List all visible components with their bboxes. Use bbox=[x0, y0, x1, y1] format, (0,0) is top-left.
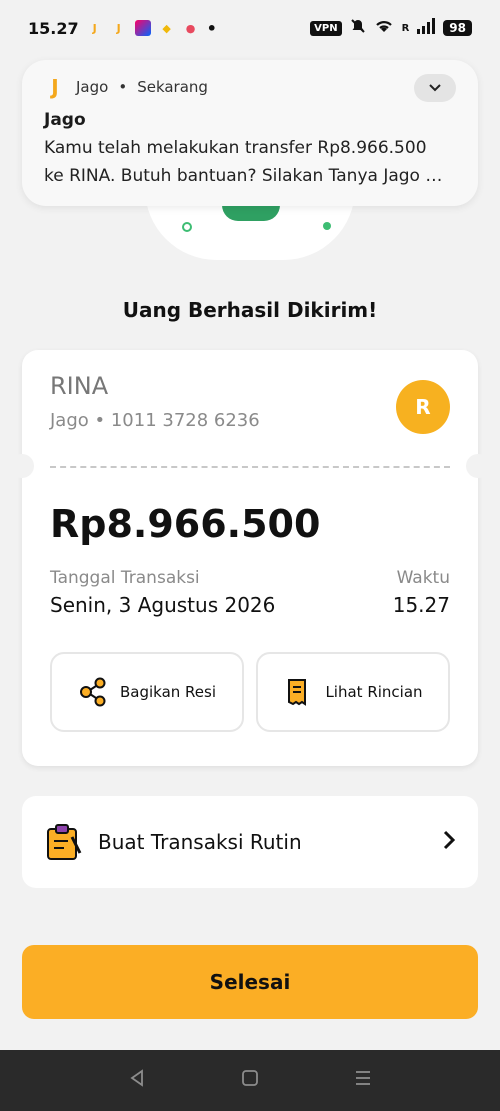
view-details-label: Lihat Rincian bbox=[325, 683, 423, 701]
recent-apps-icon[interactable] bbox=[354, 1068, 372, 1093]
recipient-avatar: R bbox=[396, 380, 450, 434]
recipient-account: Jago • 1011 3728 6236 bbox=[50, 410, 260, 431]
more-notifications-dot: • bbox=[206, 18, 217, 38]
notification-time: Sekarang bbox=[137, 78, 208, 96]
view-details-button[interactable]: Lihat Rincian bbox=[256, 652, 450, 732]
notification-line: Kamu telah melakukan transfer Rp8.966.50… bbox=[44, 138, 427, 158]
notification-app-name: Jago bbox=[76, 78, 109, 96]
status-bar-left: 15.27 J J ◆ ● • bbox=[28, 19, 217, 38]
time-label: Waktu bbox=[396, 568, 450, 588]
receipt-icon bbox=[288, 679, 307, 706]
status-bar-right: VPN R 98 bbox=[310, 18, 472, 38]
clipboard-icon bbox=[47, 824, 82, 860]
binance-icon: ◆ bbox=[162, 21, 171, 35]
recipient-name: RINA bbox=[50, 372, 109, 400]
separator: • bbox=[118, 78, 128, 96]
roaming-indicator: R bbox=[401, 22, 410, 34]
system-nav-bar bbox=[0, 1050, 500, 1111]
game-icon: ● bbox=[185, 21, 196, 35]
share-receipt-label: Bagikan Resi bbox=[119, 683, 217, 701]
card-notch bbox=[466, 454, 490, 478]
share-icon bbox=[79, 677, 106, 707]
back-icon[interactable] bbox=[128, 1068, 146, 1093]
home-icon[interactable] bbox=[241, 1068, 259, 1093]
date-label: Tanggal Transaksi bbox=[50, 568, 200, 588]
time-value: 15.27 bbox=[392, 593, 450, 617]
routine-label: Buat Transaksi Rutin bbox=[98, 830, 302, 854]
create-routine-transaction[interactable]: Buat Transaksi Rutin bbox=[22, 796, 478, 888]
notification-header: J Jago • Sekarang bbox=[44, 75, 456, 99]
push-notification[interactable]: J Jago • Sekarang Jago Kamu telah melaku… bbox=[22, 60, 478, 206]
page-title: Uang Berhasil Dikirim! bbox=[122, 298, 378, 322]
status-bar: 15.27 J J ◆ ● • VPN R 98 bbox=[0, 0, 500, 56]
notification-body: Kamu telah melakukan transfer Rp8.966.50… bbox=[44, 134, 456, 190]
illustration-dot bbox=[323, 222, 331, 230]
share-receipt-button[interactable]: Bagikan Resi bbox=[50, 652, 244, 732]
mute-icon bbox=[350, 18, 366, 38]
chevron-down-icon bbox=[429, 84, 441, 92]
illustration-dot bbox=[182, 222, 192, 232]
vpn-badge: VPN bbox=[310, 20, 342, 36]
jago-app-icon-2: J bbox=[116, 21, 121, 35]
done-button[interactable]: Selesai bbox=[22, 945, 478, 1019]
jago-app-icon: J bbox=[92, 21, 97, 35]
receipt-card: RINA Jago • 1011 3728 6236 R Rp8.966.500… bbox=[10, 350, 490, 766]
app-icon bbox=[134, 20, 151, 36]
expand-notification-button[interactable] bbox=[414, 74, 456, 102]
illustration-ribbon bbox=[222, 205, 280, 221]
date-value: Senin, 3 Agustus 2026 bbox=[50, 593, 276, 617]
status-time: 15.27 bbox=[28, 18, 79, 38]
notification-title: Jago bbox=[44, 110, 86, 130]
chevron-right-icon bbox=[442, 828, 456, 856]
signal-icon bbox=[417, 18, 436, 38]
battery-indicator: 98 bbox=[443, 20, 472, 36]
transfer-amount: Rp8.966.500 bbox=[50, 502, 321, 546]
card-notch bbox=[10, 454, 34, 478]
notification-line: ke RINA. Butuh bantuan? Silakan Tanya Ja… bbox=[44, 166, 443, 186]
wifi-icon bbox=[374, 18, 394, 38]
divider bbox=[50, 466, 450, 468]
jago-logo-icon: J bbox=[51, 75, 59, 99]
